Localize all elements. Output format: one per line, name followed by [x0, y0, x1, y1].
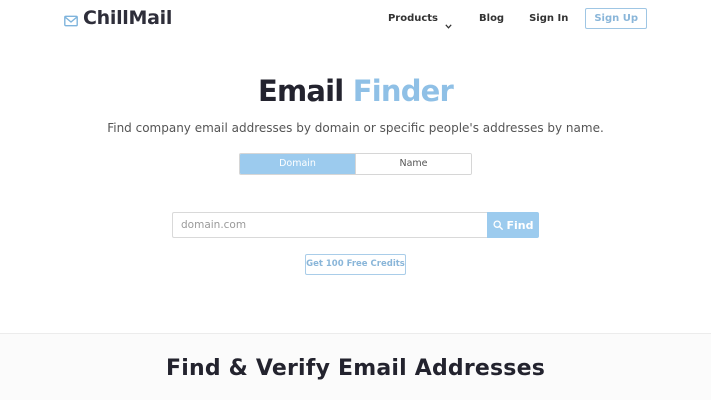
- nav-products-label: Products: [387, 13, 439, 24]
- toggle-domain[interactable]: Domain: [240, 154, 355, 174]
- envelope-icon: [64, 12, 78, 27]
- free-credits-button[interactable]: Get 100 Free Credits: [305, 254, 406, 275]
- top-nav: Products Blog Sign In Sign Up: [388, 8, 647, 29]
- brand-name: ChillMail: [83, 7, 173, 29]
- page-title: Email Finder: [0, 72, 711, 110]
- nav-blog[interactable]: Blog: [479, 8, 504, 29]
- find-button[interactable]: Find: [487, 212, 539, 238]
- chevron-down-icon: [445, 16, 452, 29]
- find-button-label: Find: [506, 218, 534, 232]
- domain-input[interactable]: [172, 212, 487, 238]
- search-mode-toggle: Domain Name: [239, 153, 472, 175]
- title-finder: Finder: [352, 74, 454, 108]
- brand-logo[interactable]: ChillMail: [64, 8, 172, 28]
- page: ChillMail Products Blog Sign In Sign Up …: [0, 0, 711, 400]
- nav-products[interactable]: Products: [388, 8, 452, 29]
- search-icon: [492, 220, 503, 230]
- nav-sign-in[interactable]: Sign In: [529, 8, 568, 29]
- header: ChillMail Products Blog Sign In Sign Up: [0, 0, 711, 38]
- hero-subtitle: Find company email addresses by domain o…: [107, 121, 604, 135]
- toggle-name[interactable]: Name: [355, 154, 471, 174]
- sign-up-button[interactable]: Sign Up: [585, 8, 647, 29]
- title-email: Email: [257, 74, 344, 108]
- section-title: Find & Verify Email Addresses: [165, 356, 546, 381]
- search-bar: Find: [172, 212, 539, 238]
